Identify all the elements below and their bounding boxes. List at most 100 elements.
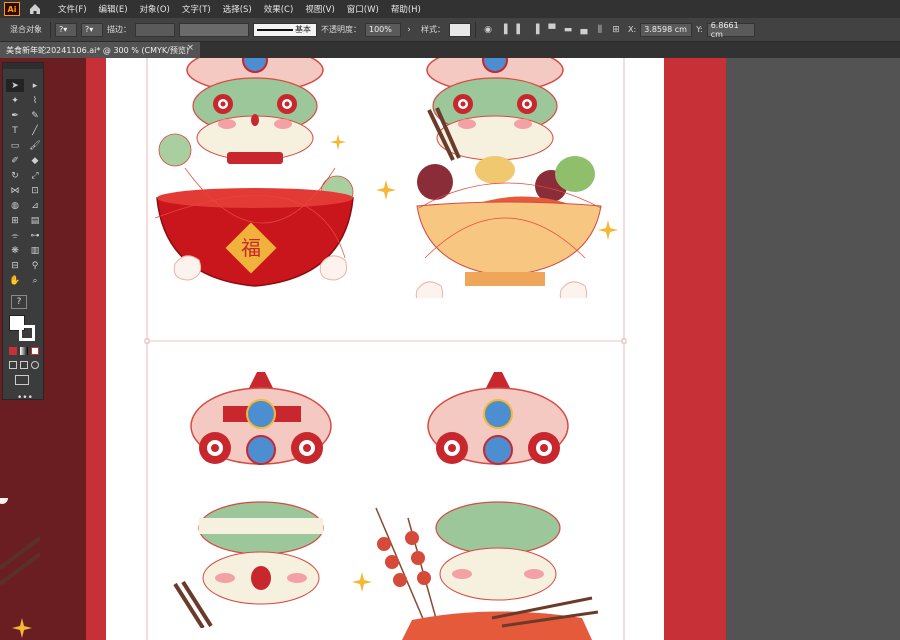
column-graph-tool[interactable]: ▥ [26,244,44,257]
brush-style-label: 基本 [295,25,311,34]
illustrator-logo: Ai [4,2,20,16]
direct-selection-tool[interactable]: ▸ [26,79,44,92]
align-left-icon[interactable]: ▐ [498,24,510,36]
sparkle-icon [598,220,618,240]
control-bar: 混合对象 ?▾ ?▾ 描边： 基本 不透明度： 100% › 样式： ◉ ▐ ▌… [0,18,900,42]
mesh-tool[interactable]: ⊞ [6,214,24,227]
draw-normal-icon[interactable] [9,361,17,369]
none-button[interactable] [31,347,39,355]
draw-inside-icon[interactable] [31,361,39,369]
divider [50,21,51,38]
opacity-input[interactable]: 100% [365,22,401,37]
blend-tool[interactable]: ⊶ [26,229,44,242]
fu-charm-text: 福 [241,236,261,260]
chevron-right-icon[interactable]: › [403,24,415,36]
home-icon[interactable] [28,2,42,16]
sparkle-icon [352,572,372,592]
y-coordinate-input[interactable]: 6.8661 cm [706,21,755,39]
document-tab-title: 美食新年蛇20241106.ai* @ 300 % (CMYK/预览) [6,45,189,55]
paintbrush-tool[interactable]: 🖌 [26,139,44,152]
y-label: Y: [696,25,703,34]
gradient-tool[interactable]: ▤ [26,214,44,227]
stroke-label: 描边： [107,25,131,34]
perspective-tool[interactable]: ⊿ [26,199,44,212]
magic-wand-tool[interactable]: ✦ [6,94,24,107]
snake-character-dumplings[interactable] [165,368,365,628]
menu-items: 文件(F) 编辑(E) 对象(O) 文字(T) 选择(S) 效果(C) 视图(V… [52,3,427,15]
selection-type-label: 混合对象 [10,25,42,34]
snake-character-skewers[interactable] [372,368,602,640]
stroke-weight-input[interactable] [135,22,175,37]
curvature-tool[interactable]: ✎ [26,109,44,122]
stroke-swatch-icon[interactable] [19,325,35,341]
zoom-tool[interactable]: ⌕ [26,274,44,287]
color-button[interactable] [9,347,17,355]
drawing-modes [9,361,43,369]
tools-panel: ➤ ▸ ✦ ⌇ ✒ ✎ T ╱ ▭ 🖌 ✐ ◆ ↻ ⤢ ⋈ ⊡ ◍ ⊿ ⊞ ▤ … [2,62,44,403]
snake-character-hotpot[interactable] [405,58,625,298]
color-mode-buttons [9,347,43,355]
menu-view[interactable]: 视图(V) [299,3,340,15]
menu-bar: Ai 文件(F) 编辑(E) 对象(O) 文字(T) 选择(S) 效果(C) 视… [0,0,900,18]
graphic-style-select[interactable] [449,22,471,37]
hand-tool[interactable]: ✋ [6,274,24,287]
menu-type[interactable]: 文字(T) [176,3,217,15]
align-top-icon[interactable]: ▀ [546,24,558,36]
slice-tool[interactable]: ⚲ [26,259,44,272]
canvas[interactable]: 福 [0,58,900,640]
pasteboard-artwork-fragment [0,498,40,638]
stroke-swatch[interactable]: ?▾ [81,22,103,37]
document-tab-bar: 美食新年蛇20241106.ai* @ 300 % (CMYK/预览) × [0,42,900,58]
draw-behind-icon[interactable] [20,361,28,369]
eraser-tool[interactable]: ◆ [26,154,44,167]
rectangle-tool[interactable]: ▭ [6,139,24,152]
menu-help[interactable]: 帮助(H) [385,3,427,15]
align-right-icon[interactable]: ▐ [530,24,542,36]
pen-tool[interactable]: ✒ [6,109,24,122]
transform-icon[interactable]: ⊞ [610,24,622,36]
screen-mode-icon[interactable] [15,375,29,385]
menu-select[interactable]: 选择(S) [217,3,258,15]
selection-tool[interactable]: ➤ [6,79,24,92]
rotate-tool[interactable]: ↻ [6,169,24,182]
snake-character-rice-bowl[interactable]: 福 [145,58,365,298]
divider [475,21,476,38]
menu-file[interactable]: 文件(F) [52,3,93,15]
recolor-artwork-icon[interactable]: ◉ [482,24,494,36]
line-tool[interactable]: ╱ [26,124,44,137]
brush-definition-select[interactable]: 基本 [253,22,317,37]
align-bottom-icon[interactable]: ▄ [578,24,590,36]
symbol-sprayer-tool[interactable]: ❋ [6,244,24,257]
menu-edit[interactable]: 编辑(E) [93,3,134,15]
fill-swatch[interactable]: ?▾ [55,22,77,37]
edit-toolbar-button[interactable]: ••• [17,393,43,403]
help-button[interactable]: ? [11,295,27,309]
gradient-button[interactable] [20,347,28,355]
lasso-tool[interactable]: ⌇ [26,94,44,107]
menu-object[interactable]: 对象(O) [134,3,176,15]
close-icon[interactable]: × [186,43,194,53]
x-coordinate-input[interactable]: 3.8598 cm [640,22,693,37]
x-label: X: [628,25,637,34]
scale-tool[interactable]: ⤢ [26,169,44,182]
width-tool[interactable]: ⋈ [6,184,24,197]
opacity-label: 不透明度： [321,25,361,34]
distribute-icon[interactable]: ⫼ [594,24,606,36]
artboard-tool[interactable]: ⊟ [6,259,24,272]
shaper-tool[interactable]: ✐ [6,154,24,167]
sparkle-icon [376,180,396,200]
variable-width-profile[interactable] [179,22,249,37]
menu-effect[interactable]: 效果(C) [258,3,300,15]
fill-stroke-swatches[interactable] [9,315,39,343]
type-tool[interactable]: T [6,124,24,137]
menu-window[interactable]: 窗口(W) [341,3,385,15]
free-transform-tool[interactable]: ⊡ [26,184,44,197]
sparkle-icon [330,134,346,150]
align-middle-icon[interactable]: ▬ [562,24,574,36]
align-center-icon[interactable]: ▌ [514,24,526,36]
shape-builder-tool[interactable]: ◍ [6,199,24,212]
eyedropper-tool[interactable]: ⌯ [6,229,24,242]
style-label: 样式： [421,25,445,34]
tool-grid: ➤ ▸ ✦ ⌇ ✒ ✎ T ╱ ▭ 🖌 ✐ ◆ ↻ ⤢ ⋈ ⊡ ◍ ⊿ ⊞ ▤ … [3,69,43,287]
document-tab[interactable]: 美食新年蛇20241106.ai* @ 300 % (CMYK/预览) × [0,42,200,58]
